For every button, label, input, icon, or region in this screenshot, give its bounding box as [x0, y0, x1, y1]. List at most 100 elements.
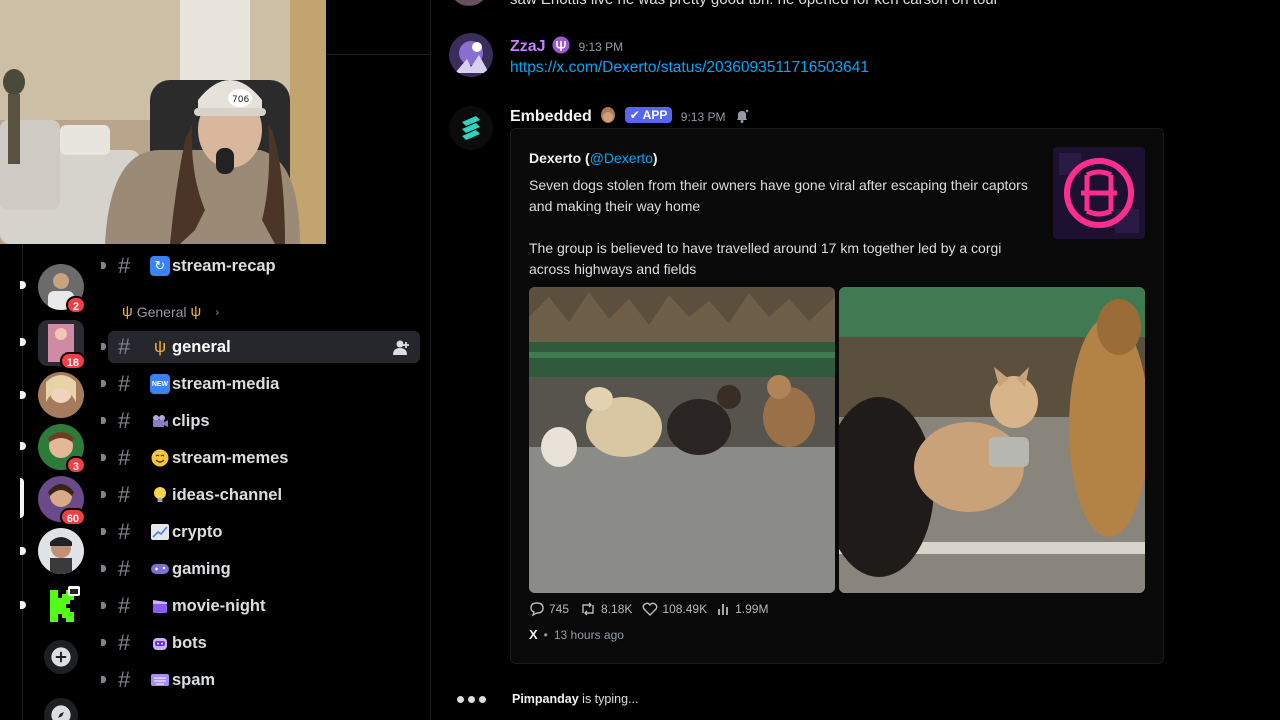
unread-bullet	[101, 565, 106, 572]
unread-indicator	[20, 281, 26, 289]
embed-text-line: The group is believed to have travelled …	[529, 240, 1002, 277]
hash-icon: #	[118, 556, 131, 581]
hash-icon: #	[118, 482, 131, 507]
hash-icon: #	[118, 371, 131, 396]
muted-bell-icon	[734, 108, 750, 124]
message-author[interactable]: ZzaJ 9:13 PM	[510, 36, 623, 56]
unread-bullet	[101, 454, 106, 461]
unread-bullet	[101, 602, 106, 609]
x-logo-icon: X	[529, 627, 538, 642]
hash-icon: #	[118, 630, 131, 655]
channel-name: stream-media	[172, 374, 280, 393]
unread-bullet	[101, 380, 106, 387]
repost-icon	[582, 602, 594, 616]
channel-bots[interactable]: # bots	[108, 627, 420, 659]
channel-clips[interactable]: # clips	[108, 405, 420, 437]
hash-icon: #	[118, 408, 131, 433]
chart-icon	[150, 522, 170, 542]
embed-image-right[interactable]	[839, 287, 1145, 593]
plus-icon	[51, 647, 71, 667]
chevron-right-icon: ›	[215, 304, 220, 319]
embed-author[interactable]: Dexerto (@Dexerto)	[529, 150, 658, 166]
bot-avatar[interactable]	[449, 106, 493, 150]
typing-dots-icon	[457, 695, 486, 703]
gamepad-icon	[150, 559, 170, 579]
channel-stream-memes[interactable]: # stream-memes	[108, 442, 420, 474]
likes-stat[interactable]: 108.49K	[642, 601, 707, 617]
invite-member-icon[interactable]	[392, 339, 410, 357]
server-icon-6[interactable]	[38, 528, 84, 574]
channel-stream-recap[interactable]: # ↻ stream-recap	[108, 250, 420, 282]
server-avatar	[38, 372, 84, 418]
message-link[interactable]: https://x.com/Dexerto/status/20360935117…	[510, 59, 869, 77]
add-server-button[interactable]	[43, 639, 79, 675]
trident-icon: ψ	[153, 337, 167, 356]
replies-stat[interactable]: 745	[529, 601, 569, 617]
typing-user: Pimpanday	[512, 692, 579, 706]
channel-name: spam	[172, 670, 216, 689]
message-timestamp: 9:13 PM	[578, 40, 624, 54]
channel-name: crypto	[172, 522, 223, 541]
server-icon-2[interactable]: 18	[38, 320, 86, 370]
unread-bullet	[101, 528, 106, 535]
mention-badge: 60	[59, 508, 86, 526]
separator: •	[543, 627, 548, 642]
channel-name: general	[172, 337, 231, 356]
unread-bullet	[101, 639, 106, 646]
server-icon-1[interactable]: 2	[38, 264, 86, 314]
heart-icon	[642, 602, 658, 616]
channel-name: bots	[172, 633, 207, 652]
channel-stream-media[interactable]: # NEW stream-media	[108, 368, 420, 400]
repeat-icon: ↻	[150, 256, 170, 276]
channel-name: ideas-channel	[172, 485, 283, 504]
keyboard-icon	[150, 670, 170, 690]
channel-gaming[interactable]: # gaming	[108, 553, 420, 585]
unread-indicator	[20, 601, 26, 609]
svg-text:706: 706	[232, 95, 249, 105]
trident-icon: ψ	[190, 303, 202, 320]
embed-bot-icon	[462, 116, 480, 140]
discover-button[interactable]	[43, 697, 79, 720]
embed-image-left[interactable]	[529, 287, 835, 593]
embed-text-line: Seven dogs stolen from their owners have…	[529, 177, 1028, 214]
views-stat[interactable]: 1.99M	[717, 601, 768, 617]
server-icon-3[interactable]	[38, 372, 84, 418]
reposts-stat[interactable]: 8.18K	[579, 601, 632, 617]
server-icon-4[interactable]: 3	[38, 424, 86, 474]
embed-description: Seven dogs stolen from their owners have…	[529, 175, 1029, 280]
webcam-overlay: 706	[0, 0, 326, 244]
hash-icon: #	[118, 667, 131, 692]
channel-name: clips	[172, 411, 210, 430]
robot-icon	[150, 633, 170, 653]
channel-movie-night[interactable]: # movie-night	[108, 590, 420, 622]
typing-indicator: Pimpanday is typing...	[457, 692, 638, 706]
post-stats: 745 8.18K 108.49K 1.99M	[529, 601, 768, 617]
selected-indicator	[20, 478, 24, 518]
embed-thumbnail[interactable]	[1053, 147, 1145, 239]
unread-indicator	[20, 442, 26, 450]
link-embed: Dexerto (@Dexerto) Seven dogs stolen fro…	[510, 128, 1164, 664]
chat-area: saw Enottis live he was pretty good tbh.…	[431, 0, 1280, 720]
unread-bullet	[101, 343, 106, 350]
trident-icon: ψ	[122, 303, 133, 320]
unread-indicator	[20, 391, 26, 399]
user-avatar[interactable]	[449, 0, 489, 6]
channel-name: stream-recap	[172, 256, 276, 275]
previous-message: saw Enottis live he was pretty good tbh.…	[510, 0, 999, 8]
server-icon-5[interactable]: 60	[38, 476, 86, 526]
unread-bullet	[101, 262, 106, 269]
channel-ideas-channel[interactable]: # ideas-channel	[108, 479, 420, 511]
channel-crypto[interactable]: # crypto	[108, 516, 420, 548]
reply-icon	[530, 602, 544, 617]
user-avatar[interactable]	[449, 33, 493, 77]
mention-badge: 3	[65, 456, 86, 474]
camera-icon	[150, 411, 170, 431]
message-author[interactable]: Embedded ✔ APP 9:13 PM	[510, 106, 750, 126]
channel-spam[interactable]: # spam	[108, 664, 420, 696]
channel-general[interactable]: # ψ general	[108, 331, 420, 363]
channel-name: movie-night	[172, 596, 266, 615]
message-timestamp: 9:13 PM	[680, 110, 726, 124]
category-general[interactable]: ψ General ψ ›	[118, 303, 219, 320]
server-icon-kick[interactable]	[38, 582, 84, 628]
server-avatar	[38, 528, 84, 574]
